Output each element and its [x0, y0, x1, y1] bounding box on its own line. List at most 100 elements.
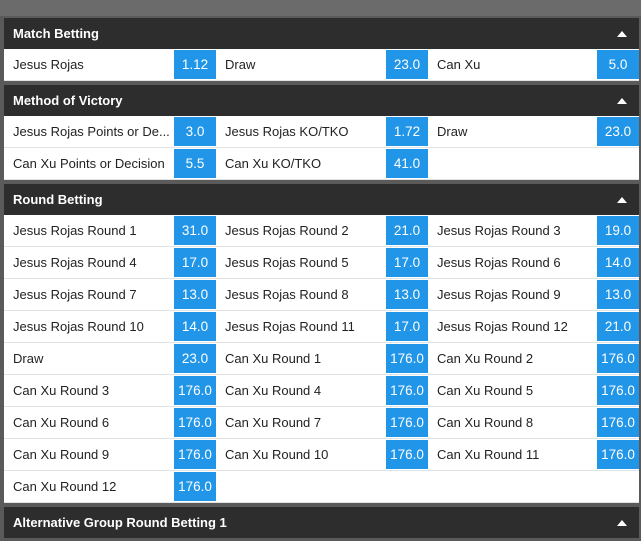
selection-cell[interactable]: Jesus Rojas Round 12 21.0: [428, 311, 639, 343]
odds-button[interactable]: 176.0: [597, 344, 639, 373]
selection-name: Jesus Rojas Round 9: [437, 287, 561, 302]
selection-cell[interactable]: Can Xu Round 5 176.0: [428, 375, 639, 407]
odds-button[interactable]: 14.0: [597, 248, 639, 277]
odds-button[interactable]: 176.0: [597, 408, 639, 437]
selection-cell[interactable]: Can Xu Round 7 176.0: [216, 407, 428, 439]
selection-name: Draw: [13, 351, 44, 366]
market-section-title: Alternative Group Round Betting 1: [13, 515, 227, 530]
chevron-up-icon[interactable]: [617, 97, 627, 104]
selection-cell[interactable]: Jesus Rojas Round 6 14.0: [428, 247, 639, 279]
selection-cell[interactable]: Jesus Rojas KO/TKO 1.72: [216, 116, 428, 148]
market-section-header[interactable]: Alternative Group Round Betting 1: [4, 507, 639, 538]
selection-name: Can Xu: [437, 57, 481, 72]
selection-cell[interactable]: Jesus Rojas 1.12: [4, 49, 216, 81]
odds-button[interactable]: 176.0: [597, 440, 639, 469]
selection-name: Can Xu Round 12: [13, 479, 117, 494]
empty-selection-cell: [216, 471, 428, 503]
market-section-title: Match Betting: [13, 26, 99, 41]
odds-button[interactable]: 176.0: [174, 472, 216, 501]
chevron-up-icon[interactable]: [617, 196, 627, 203]
market-section: Match Betting Jesus Rojas 1.12 Draw 23.0 Can …: [4, 18, 639, 81]
selection-cell[interactable]: Jesus Rojas Round 8 13.0: [216, 279, 428, 311]
selection-cell[interactable]: Can Xu Round 12 176.0: [4, 471, 216, 503]
selection-name: Jesus Rojas Round 2: [225, 223, 349, 238]
selection-cell[interactable]: Jesus Rojas Round 5 17.0: [216, 247, 428, 279]
selection-cell[interactable]: Can Xu Round 6 176.0: [4, 407, 216, 439]
selection-cell[interactable]: Jesus Rojas Round 2 21.0: [216, 215, 428, 247]
selection-cell[interactable]: Jesus Rojas Round 10 14.0: [4, 311, 216, 343]
odds-button[interactable]: 23.0: [597, 117, 639, 146]
selection-name: Can Xu Round 4: [225, 383, 322, 398]
selection-cell[interactable]: Jesus Rojas Round 11 17.0: [216, 311, 428, 343]
market-section-header[interactable]: Match Betting: [4, 18, 639, 49]
selection-cell[interactable]: Can Xu 5.0: [428, 49, 639, 81]
selection-cell[interactable]: Draw 23.0: [216, 49, 428, 81]
odds-button[interactable]: 17.0: [386, 248, 428, 277]
selection-name: Jesus Rojas Round 12: [437, 319, 568, 334]
odds-button[interactable]: 13.0: [386, 280, 428, 309]
selection-cell[interactable]: Jesus Rojas Points or De... 3.0: [4, 116, 216, 148]
odds-button[interactable]: 14.0: [174, 312, 216, 341]
selection-name: Jesus Rojas Round 10: [13, 319, 144, 334]
odds-button[interactable]: 176.0: [174, 440, 216, 469]
odds-button[interactable]: 23.0: [386, 50, 428, 79]
empty-selection-cell: [428, 148, 639, 180]
selection-cell[interactable]: Jesus Rojas Round 4 17.0: [4, 247, 216, 279]
odds-button[interactable]: 21.0: [597, 312, 639, 341]
selection-cell[interactable]: Jesus Rojas Round 7 13.0: [4, 279, 216, 311]
selection-cell[interactable]: Can Xu Round 9 176.0: [4, 439, 216, 471]
odds-button[interactable]: 13.0: [597, 280, 639, 309]
odds-button[interactable]: 176.0: [386, 344, 428, 373]
selection-cell[interactable]: Jesus Rojas Round 3 19.0: [428, 215, 639, 247]
market-section: Alternative Group Round Betting 1: [4, 507, 639, 538]
selection-cell[interactable]: Jesus Rojas Round 9 13.0: [428, 279, 639, 311]
odds-button[interactable]: 41.0: [386, 149, 428, 178]
selection-cell[interactable]: Draw 23.0: [4, 343, 216, 375]
selection-cell[interactable]: Draw 23.0: [428, 116, 639, 148]
selection-name: Jesus Rojas Round 3: [437, 223, 561, 238]
selection-name: Can Xu Round 11: [437, 447, 540, 462]
selection-grid: Jesus Rojas Round 1 31.0 Jesus Rojas Round…: [4, 215, 639, 503]
odds-button[interactable]: 1.72: [386, 117, 428, 146]
selection-cell[interactable]: Jesus Rojas Round 1 31.0: [4, 215, 216, 247]
selection-name: Jesus Rojas Round 1: [13, 223, 137, 238]
odds-button[interactable]: 5.5: [174, 149, 216, 178]
selection-cell[interactable]: Can Xu Round 1 176.0: [216, 343, 428, 375]
odds-button[interactable]: 13.0: [174, 280, 216, 309]
market-section-header[interactable]: Method of Victory: [4, 85, 639, 116]
selection-cell[interactable]: Can Xu Round 3 176.0: [4, 375, 216, 407]
odds-button[interactable]: 21.0: [386, 216, 428, 245]
selection-cell[interactable]: Can Xu Round 4 176.0: [216, 375, 428, 407]
chevron-up-icon[interactable]: [617, 30, 627, 37]
odds-button[interactable]: 176.0: [174, 408, 216, 437]
selection-name: Can Xu Round 1: [225, 351, 322, 366]
chevron-up-icon[interactable]: [617, 519, 627, 526]
selection-name: Jesus Rojas: [13, 57, 84, 72]
selection-cell[interactable]: Can Xu Round 10 176.0: [216, 439, 428, 471]
odds-button[interactable]: 17.0: [386, 312, 428, 341]
selection-name: Draw: [225, 57, 256, 72]
odds-button[interactable]: 3.0: [174, 117, 216, 146]
odds-button[interactable]: 31.0: [174, 216, 216, 245]
selection-cell[interactable]: Can Xu Round 8 176.0: [428, 407, 639, 439]
selection-cell[interactable]: Can Xu Round 11 176.0: [428, 439, 639, 471]
selection-name: Can Xu Round 8: [437, 415, 534, 430]
market-section-title: Method of Victory: [13, 93, 123, 108]
odds-button[interactable]: 176.0: [174, 376, 216, 405]
market-section-header[interactable]: Round Betting: [4, 184, 639, 215]
odds-button[interactable]: 176.0: [597, 376, 639, 405]
odds-button[interactable]: 23.0: [174, 344, 216, 373]
selection-name: Can Xu Round 2: [437, 351, 534, 366]
selection-cell[interactable]: Can Xu Points or Decision 5.5: [4, 148, 216, 180]
selection-cell[interactable]: Can Xu Round 2 176.0: [428, 343, 639, 375]
odds-button[interactable]: 5.0: [597, 50, 639, 79]
odds-button[interactable]: 19.0: [597, 216, 639, 245]
odds-button[interactable]: 176.0: [386, 408, 428, 437]
odds-button[interactable]: 176.0: [386, 440, 428, 469]
odds-button[interactable]: 17.0: [174, 248, 216, 277]
selection-name: Can Xu Round 7: [225, 415, 322, 430]
betting-page: Match Betting Jesus Rojas 1.12 Draw 23.0 Can …: [0, 0, 641, 541]
odds-button[interactable]: 1.12: [174, 50, 216, 79]
odds-button[interactable]: 176.0: [386, 376, 428, 405]
selection-cell[interactable]: Can Xu KO/TKO 41.0: [216, 148, 428, 180]
